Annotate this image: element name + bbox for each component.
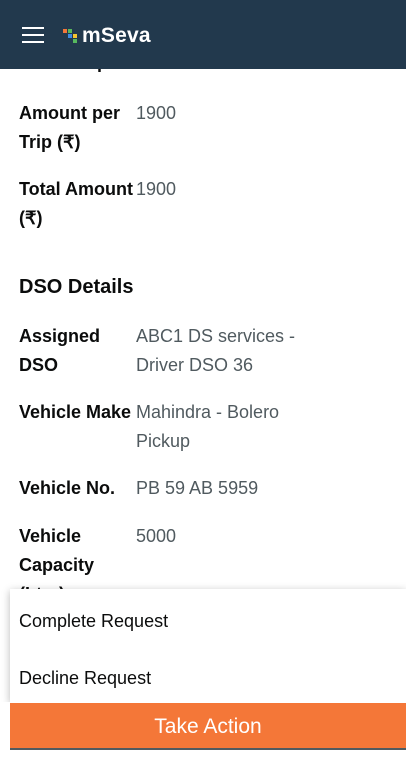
detail-label: Assigned DSO [19,326,101,375]
take-action-button[interactable]: Take Action [10,703,406,750]
detail-value: Mahindra - Bolero Pickup [136,402,280,451]
detail-value: ABC1 DS services - Driver DSO 36 [136,326,296,375]
detail-value: PB 59 AB 5959 [136,478,259,498]
detail-label: Vehicle Make [19,402,132,422]
detail-value: 5000 [136,526,177,546]
detail-value: 1900 [136,179,177,199]
hamburger-menu-icon[interactable] [22,27,44,43]
detail-value: 1900 [136,103,177,123]
menu-item-decline-request[interactable]: Decline Request [10,650,406,706]
action-menu: Complete Request Decline Request [10,589,406,702]
menu-item-complete-request[interactable]: Complete Request [10,593,406,649]
detail-label: Vehicle No. [19,478,116,498]
top-app-bar: mSeva [0,0,406,69]
brand-name: mSeva [82,24,151,47]
mseva-logo: mSeva [63,24,151,48]
action-bar: Take Action [0,702,406,760]
detail-value: 1 [136,69,326,77]
detail-label: No. of Trips [19,69,137,77]
section-title-dso-details: DSO Details [19,276,134,298]
detail-label: Amount per Trip (₹) [19,103,120,152]
detail-label: Total Amount (₹) [19,179,133,228]
mseva-logo-icon [63,29,77,43]
